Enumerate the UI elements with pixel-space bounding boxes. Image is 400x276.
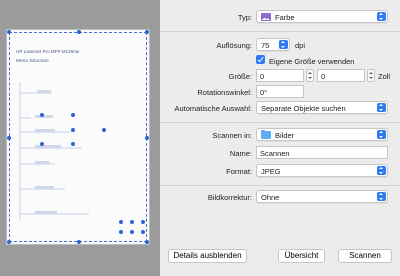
- size-row: Größe: 0 0 Zoll: [160, 69, 400, 85]
- custom-size-checkbox[interactable]: [256, 55, 265, 64]
- auto-selection-row: Automatische Auswahl: Separate Objekte s…: [160, 101, 400, 117]
- scan-button[interactable]: Scannen: [338, 249, 392, 263]
- selection-handle-top-right[interactable]: [145, 30, 149, 34]
- chevron-updown-icon: [377, 192, 386, 201]
- custom-size-row[interactable]: Eigene Größe verwenden: [160, 54, 400, 70]
- height-input[interactable]: 0: [317, 69, 365, 82]
- selection-handle-bottom[interactable]: [77, 240, 81, 244]
- resolution-unit: dpi: [295, 41, 306, 50]
- scan-to-row: Scannen in: Bilder: [160, 128, 400, 144]
- resolution-select[interactable]: 75: [256, 38, 290, 51]
- scan-to-select[interactable]: Bilder: [256, 128, 388, 141]
- custom-size-label: Eigene Größe verwenden: [269, 57, 355, 66]
- auto-selection-select[interactable]: Separate Objekte suchen: [256, 101, 388, 114]
- auto-selection-label: Automatische Auswahl:: [174, 104, 252, 113]
- height-value: 0: [321, 72, 326, 81]
- type-label: Typ:: [237, 13, 252, 22]
- detected-object-handle[interactable]: [141, 220, 145, 224]
- size-label: Größe:: [228, 72, 252, 81]
- detected-object-handle[interactable]: [40, 113, 44, 117]
- detected-object-handle[interactable]: [71, 142, 75, 146]
- detected-object-handle[interactable]: [119, 220, 123, 224]
- resolution-label: Auflösung:: [216, 41, 252, 50]
- selection-handle-top-left[interactable]: [7, 30, 11, 34]
- scan-preview-area[interactable]: HP LaserJet Pro MFP M125nw Menu Structur…: [0, 0, 160, 276]
- type-value: Farbe: [275, 13, 295, 22]
- rotation-label: Rotationswinkel:: [197, 88, 252, 97]
- rotation-input[interactable]: 0°: [256, 85, 304, 98]
- resolution-row: Auflösung: 75 dpi: [160, 38, 400, 54]
- chevron-updown-icon: [377, 12, 386, 21]
- name-input[interactable]: Scannen: [256, 146, 388, 159]
- format-row: Format: JPEG: [160, 164, 400, 180]
- format-label: Format:: [226, 167, 252, 176]
- size-unit: Zoll: [378, 72, 391, 81]
- detected-object-handle[interactable]: [119, 230, 123, 234]
- width-value: 0: [260, 72, 265, 81]
- detected-object-handle[interactable]: [130, 230, 134, 234]
- auto-selection-value: Separate Objekte suchen: [261, 104, 346, 113]
- overview-button[interactable]: Übersicht: [278, 249, 325, 263]
- detected-object-handle[interactable]: [71, 128, 75, 132]
- scanner-settings-panel: Typ: Farbe Auflösung: 75 dpi Eigene Größ…: [160, 0, 400, 276]
- selection-handle-bottom-right[interactable]: [145, 240, 149, 244]
- scan-to-value: Bilder: [275, 131, 295, 140]
- name-row: Name: Scannen: [160, 146, 400, 162]
- preview-paper: HP LaserJet Pro MFP M125nw Menu Structur…: [6, 29, 150, 245]
- width-input[interactable]: 0: [256, 69, 304, 82]
- selection-handle-right[interactable]: [145, 136, 149, 140]
- detected-object-handle[interactable]: [130, 220, 134, 224]
- type-row: Typ: Farbe: [160, 10, 400, 26]
- width-stepper[interactable]: [306, 69, 314, 82]
- resolution-value: 75: [261, 41, 270, 50]
- name-value: Scannen: [260, 149, 290, 158]
- dialog-button-bar: Details ausblenden Übersicht Scannen: [160, 242, 400, 276]
- selection-handle-bottom-left[interactable]: [7, 240, 11, 244]
- photo-icon: [261, 13, 271, 21]
- format-value: JPEG: [261, 167, 281, 176]
- chevron-updown-icon: [377, 103, 386, 112]
- chevron-updown-icon: [279, 40, 288, 49]
- settings-divider: [160, 122, 400, 123]
- type-select[interactable]: Farbe: [256, 10, 388, 23]
- correction-select[interactable]: Ohne: [256, 190, 388, 203]
- height-stepper[interactable]: [367, 69, 375, 82]
- document-menu-diagram: [19, 82, 89, 220]
- name-label: Name:: [229, 149, 252, 158]
- selection-handle-left[interactable]: [7, 136, 11, 140]
- detected-object-handle[interactable]: [141, 230, 145, 234]
- settings-divider: [160, 31, 400, 32]
- scan-to-label: Scannen in:: [212, 131, 252, 140]
- detected-object-handle[interactable]: [40, 142, 44, 146]
- selection-handle-top[interactable]: [77, 30, 81, 34]
- correction-label: Bildkorrektur:: [207, 193, 252, 202]
- chevron-updown-icon: [377, 166, 386, 175]
- rotation-row: Rotationswinkel: 0°: [160, 85, 400, 101]
- folder-icon: [261, 130, 271, 139]
- correction-row: Bildkorrektur: Ohne: [160, 190, 400, 206]
- hide-details-button[interactable]: Details ausblenden: [168, 249, 247, 263]
- detected-object-handle[interactable]: [71, 113, 75, 117]
- detected-object-handle[interactable]: [102, 128, 106, 132]
- settings-divider: [160, 185, 400, 186]
- chevron-updown-icon: [377, 130, 386, 139]
- rotation-value: 0°: [260, 88, 268, 97]
- correction-value: Ohne: [261, 193, 280, 202]
- format-select[interactable]: JPEG: [256, 164, 388, 177]
